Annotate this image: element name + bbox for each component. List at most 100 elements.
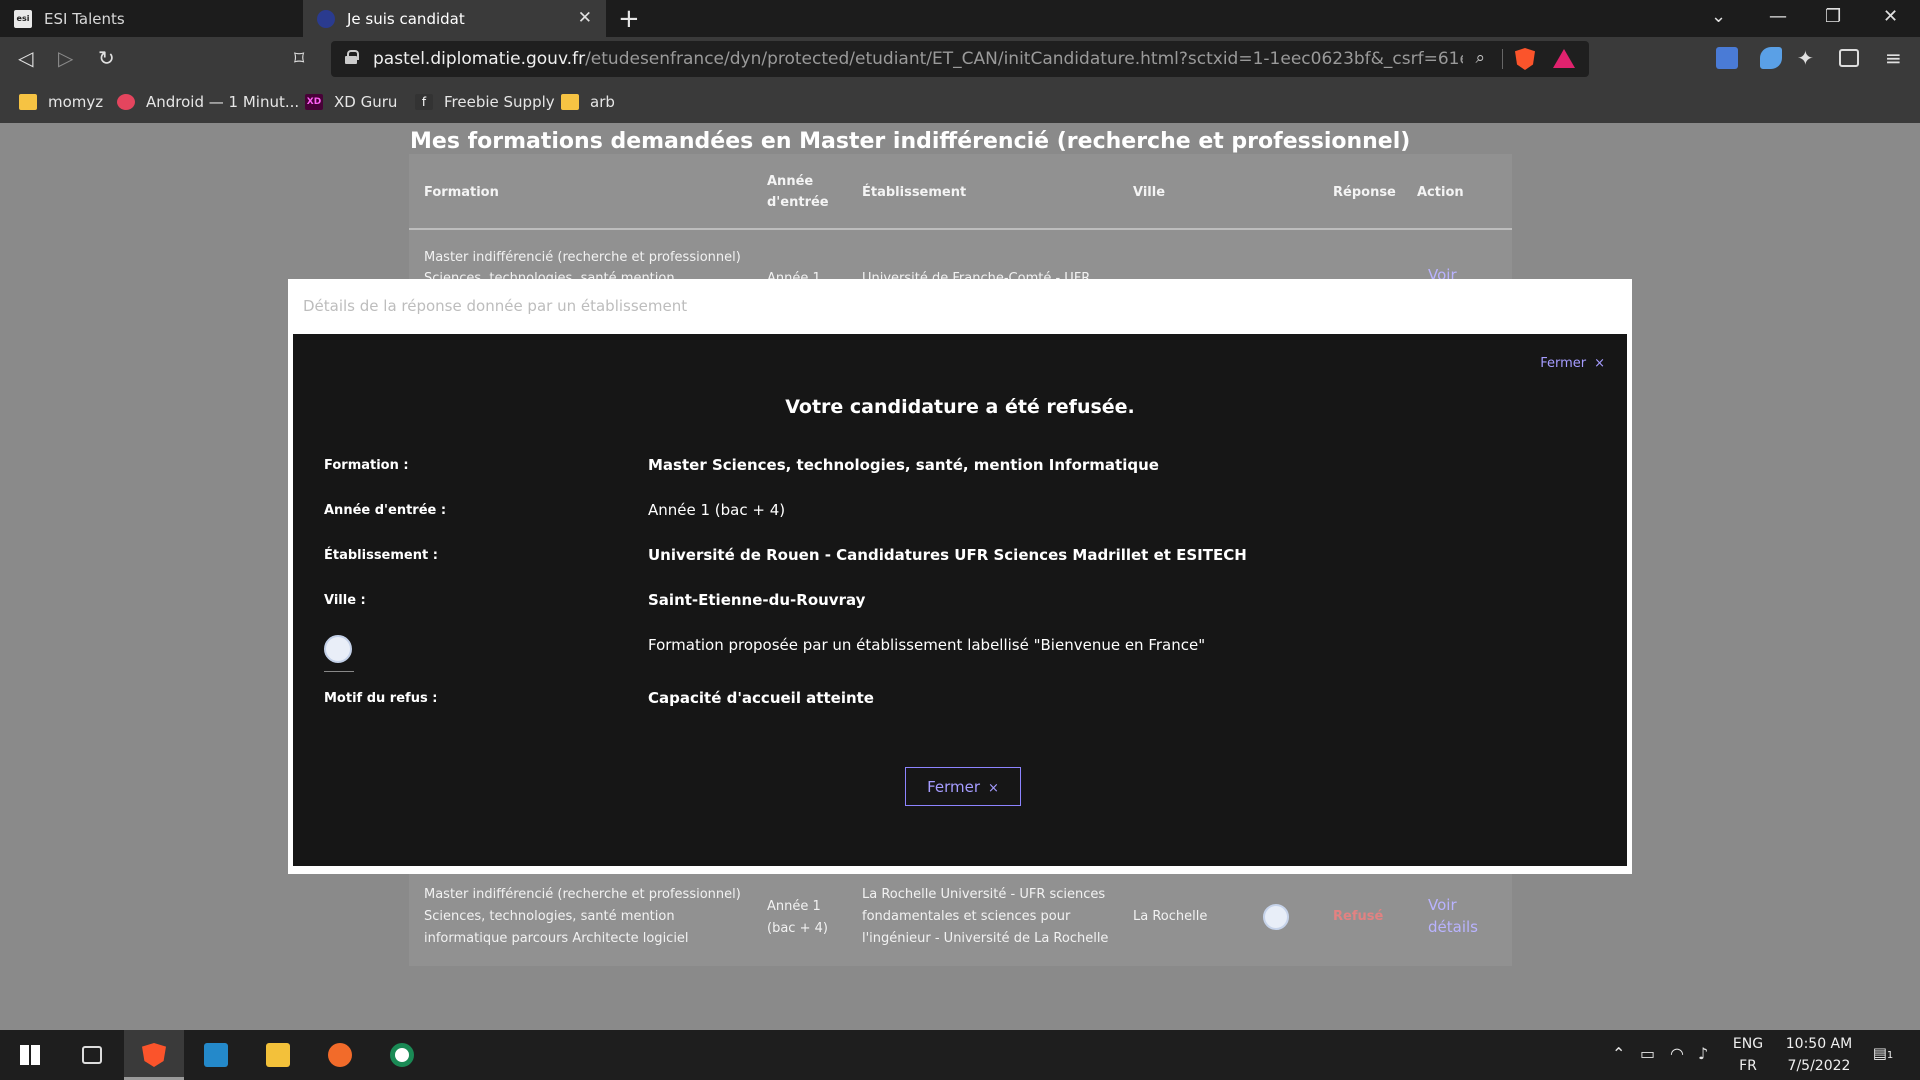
clock-date: 7/5/2022 xyxy=(1787,1058,1851,1074)
bookmark-label: Android — 1 Minut... xyxy=(146,93,300,111)
bookmark-freebie-supply[interactable]: f Freebie Supply xyxy=(415,93,555,111)
minimize-icon[interactable]: — xyxy=(1769,6,1787,27)
forward-icon[interactable]: ▷ xyxy=(58,46,73,70)
folder-icon xyxy=(561,94,579,110)
pen-extension-icon[interactable] xyxy=(1760,47,1782,69)
wifi-icon[interactable]: ◠ xyxy=(1670,1044,1684,1063)
label-description: Formation proposée par un établissement … xyxy=(648,636,1206,654)
tab-title: ESI Talents xyxy=(44,9,125,28)
language-indicator[interactable]: ENG FR xyxy=(1728,1033,1768,1077)
bookmark-xd-guru[interactable]: XD XD Guru xyxy=(305,93,397,111)
bookmark-label: Freebie Supply xyxy=(444,93,555,111)
url-text[interactable]: pastel.diplomatie.gouv.fr/etudesenfrance… xyxy=(373,49,1463,69)
tab-title: Je suis candidat xyxy=(347,9,465,28)
row-annee-line1: Année 1 xyxy=(767,899,821,914)
battery-icon[interactable]: ▭ xyxy=(1640,1044,1655,1063)
motif-value: Capacité d'accueil atteinte xyxy=(648,689,874,707)
bookmarks-bar: momyz Android — 1 Minut... XD XD Guru f … xyxy=(0,83,1920,123)
bookmark-arb[interactable]: arb xyxy=(561,93,615,111)
bookmark-momyz[interactable]: momyz xyxy=(19,93,103,111)
tab-search-chevron-icon[interactable]: ⌄ xyxy=(1711,6,1726,27)
brave-rewards-icon[interactable] xyxy=(1553,49,1575,68)
tab-esi-talents[interactable]: esi ESI Talents xyxy=(0,0,302,37)
restore-icon[interactable]: ❐ xyxy=(1825,6,1841,27)
etablissement-value: Université de Rouen - Candidatures UFR S… xyxy=(648,546,1247,564)
close-icon: × xyxy=(988,780,999,796)
notification-count: 1 xyxy=(1886,1050,1894,1061)
result-heading: Votre candidature a été refusée. xyxy=(785,396,1135,418)
clock[interactable]: 10:50 AM 7/5/2022 xyxy=(1774,1033,1864,1077)
row-formation-line3: informatique parcours Architecte logicie… xyxy=(424,931,689,946)
taskbar-app-orange[interactable] xyxy=(310,1030,370,1080)
address-bar[interactable]: pastel.diplomatie.gouv.fr/etudesenfrance… xyxy=(331,41,1589,77)
fermer-button[interactable]: Fermer × xyxy=(905,767,1021,806)
etablissement-label: Établissement : xyxy=(324,548,438,563)
row-etablissement-line1: La Rochelle Université - UFR sciences xyxy=(862,887,1106,902)
modal-close-link[interactable]: Fermer × xyxy=(1540,356,1605,371)
close-link-label: Fermer xyxy=(1540,356,1587,371)
address-toolbar: ◁ ▷ ↻ ⌑ pastel.diplomatie.gouv.fr/etudes… xyxy=(0,37,1920,83)
row-ville: La Rochelle xyxy=(1133,909,1208,924)
clock-time: 10:50 AM xyxy=(1785,1036,1853,1052)
page-title: Mes formations demandées en Master indif… xyxy=(410,129,1411,154)
header-annee-line2: d'entrée xyxy=(767,195,829,210)
row-formation-line1: Master indifférencié (recherche et profe… xyxy=(424,250,741,265)
modal-title: Détails de la réponse donnée par un étab… xyxy=(303,297,688,315)
header-annee-line1: Année xyxy=(767,174,814,189)
start-button[interactable] xyxy=(0,1030,60,1080)
android-bookmark-icon xyxy=(117,94,135,110)
modal-body: Fermer × Votre candidature a été refusée.… xyxy=(293,334,1627,866)
voir-details-link-line2[interactable]: détails xyxy=(1428,916,1478,939)
bookmark-icon[interactable]: ⌑ xyxy=(294,46,304,70)
taskbar-file-explorer[interactable] xyxy=(248,1030,308,1080)
xd-icon: XD xyxy=(305,94,323,110)
brave-shields-icon[interactable] xyxy=(1515,48,1535,70)
language-line1: ENG xyxy=(1732,1036,1764,1052)
header-ville: Ville xyxy=(1133,185,1166,200)
esi-favicon-icon: esi xyxy=(14,9,32,28)
windows-taskbar: ⌃ ▭ ◠ ♪ ENG FR 10:50 AM 7/5/2022 ▤1 xyxy=(0,1030,1920,1080)
folder-icon xyxy=(19,94,37,110)
table-header: Formation Année d'entrée Établissement V… xyxy=(409,154,1512,230)
back-icon[interactable]: ◁ xyxy=(18,46,33,70)
row-formation-line2: Sciences, technologies, santé mention xyxy=(424,909,675,924)
url-separator xyxy=(1502,49,1503,69)
show-hidden-icons-icon[interactable]: ⌃ xyxy=(1612,1044,1625,1063)
tab-close-icon[interactable]: ✕ xyxy=(578,8,592,28)
voir-details-link[interactable]: Voir xyxy=(1428,894,1457,917)
marianne-favicon-icon xyxy=(317,9,335,28)
motif-label: Motif du refus : xyxy=(324,691,438,706)
annee-value: Année 1 (bac + 4) xyxy=(648,501,786,519)
menu-icon[interactable]: ≡ xyxy=(1885,46,1902,70)
tab-je-suis-candidat[interactable]: Je suis candidat ✕ xyxy=(303,0,606,37)
row-annee-line2: (bac + 4) xyxy=(767,921,828,936)
task-view-button[interactable] xyxy=(62,1030,122,1080)
reload-icon[interactable]: ↻ xyxy=(98,46,115,70)
ville-value: Saint-Etienne-du-Rouvray xyxy=(648,591,866,609)
url-path: /etudesenfrance/dyn/protected/etudiant/E… xyxy=(585,49,1463,69)
lock-icon[interactable] xyxy=(345,50,359,64)
formation-value: Master Sciences, technologies, santé, me… xyxy=(648,456,1159,474)
volume-icon[interactable]: ♪ xyxy=(1698,1044,1708,1063)
brave-icon xyxy=(142,1043,166,1067)
url-host: pastel.diplomatie.gouv.fr xyxy=(373,49,586,69)
bienvenue-en-france-badge-icon xyxy=(1263,904,1289,930)
annee-label: Année d'entrée : xyxy=(324,503,447,518)
formation-label: Formation : xyxy=(324,458,409,473)
taskbar-brave[interactable] xyxy=(124,1030,184,1080)
bookmark-label: XD Guru xyxy=(334,93,398,111)
close-window-icon[interactable]: ✕ xyxy=(1883,6,1898,27)
extensions-puzzle-icon[interactable]: ✦ xyxy=(1797,46,1814,70)
taskbar-app-green[interactable] xyxy=(372,1030,432,1080)
new-tab-icon[interactable]: + xyxy=(618,4,640,34)
zoom-icon[interactable]: ⌕ xyxy=(1475,48,1485,68)
wallet-icon[interactable] xyxy=(1839,49,1859,67)
translate-extension-icon[interactable] xyxy=(1716,47,1738,69)
folder-icon xyxy=(266,1043,290,1067)
row-formation-line1: Master indifférencié (recherche et profe… xyxy=(424,887,741,902)
bookmark-android[interactable]: Android — 1 Minut... xyxy=(117,93,299,111)
notification-center[interactable]: ▤1 xyxy=(1868,1042,1898,1067)
windows-logo-icon xyxy=(20,1045,40,1065)
taskbar-vscode[interactable] xyxy=(186,1030,246,1080)
language-line2: FR xyxy=(1739,1058,1757,1074)
